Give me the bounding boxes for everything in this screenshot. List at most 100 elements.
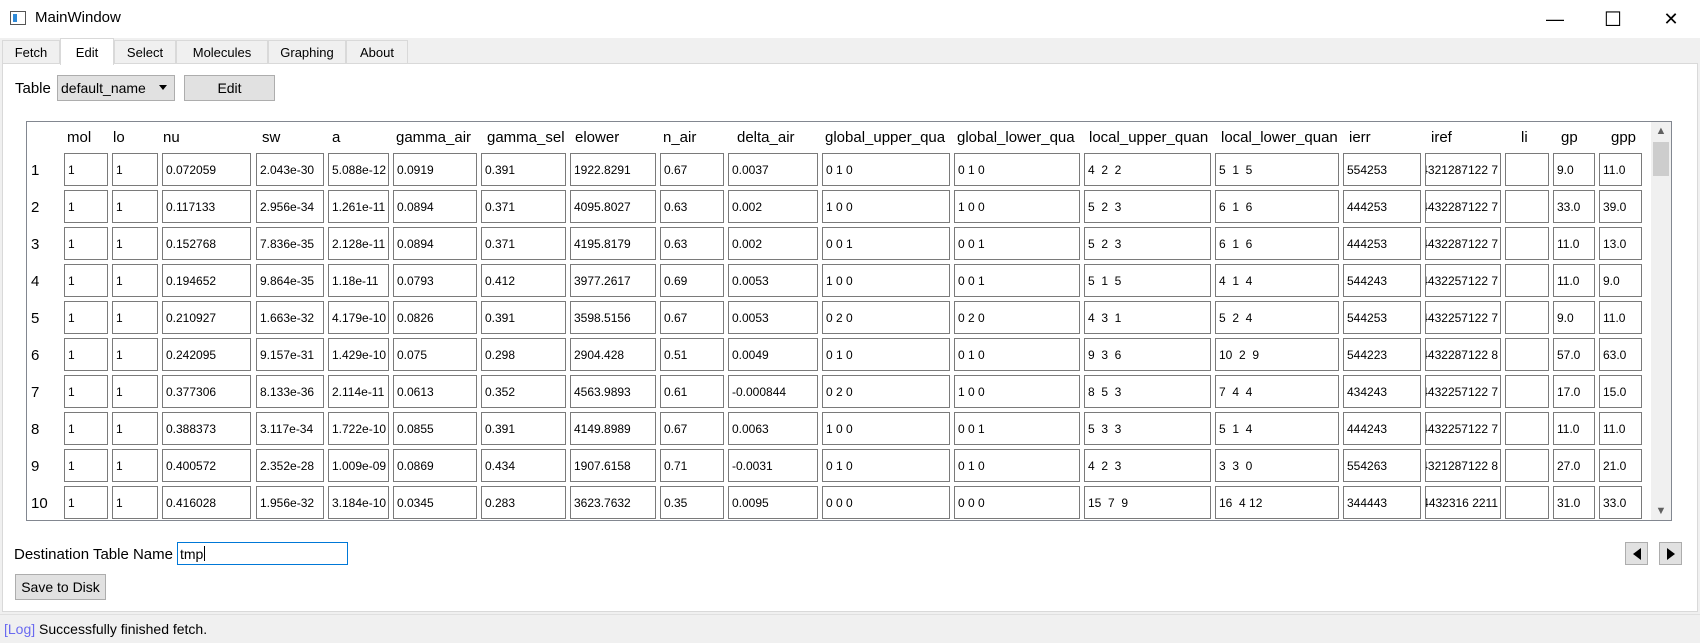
table-cell[interactable]: 4432287122 7	[1425, 190, 1501, 223]
table-cell[interactable]: 2.128e-11	[328, 227, 389, 260]
table-cell[interactable]	[1505, 301, 1549, 334]
column-header[interactable]: nu	[161, 122, 253, 152]
table-cell[interactable]: 7 4 4	[1215, 375, 1339, 408]
table-cell[interactable]: 1 0 0	[822, 412, 950, 445]
table-cell[interactable]: 0 2 0	[954, 301, 1080, 334]
table-cell[interactable]: 5 1 5	[1084, 264, 1211, 297]
table-cell[interactable]: 4 2 2	[1084, 153, 1211, 186]
table-cell[interactable]: 1	[112, 412, 158, 445]
table-cell[interactable]: 0 1 0	[822, 338, 950, 371]
table-cell[interactable]: 57.0	[1553, 338, 1595, 371]
table-cell[interactable]: 4 3 1	[1084, 301, 1211, 334]
table-cell[interactable]	[1505, 264, 1549, 297]
row-header[interactable]: 10	[27, 485, 63, 520]
table-cell[interactable]: 0 0 1	[954, 227, 1080, 260]
row-header[interactable]: 7	[27, 374, 63, 410]
table-cell[interactable]: 1	[112, 301, 158, 334]
edit-button[interactable]: Edit	[184, 75, 275, 101]
table-cell[interactable]: 0.0063	[728, 412, 818, 445]
table-cell[interactable]: 0 1 0	[822, 449, 950, 482]
tab-edit[interactable]: Edit	[60, 38, 114, 65]
table-cell[interactable]: 1.956e-32	[256, 486, 324, 519]
table-cell[interactable]: 4432257122 7	[1425, 412, 1501, 445]
table-cell[interactable]: 5.088e-12	[328, 153, 389, 186]
table-cell[interactable]: 3598.5156	[570, 301, 656, 334]
table-cell[interactable]: 13.0	[1599, 227, 1642, 260]
table-cell[interactable]: 1	[64, 412, 108, 445]
column-header[interactable]: li	[1504, 122, 1551, 152]
table-cell[interactable]: 1	[64, 375, 108, 408]
table-cell[interactable]: 0.416028	[162, 486, 251, 519]
table-cell[interactable]: 9.0	[1553, 153, 1595, 186]
table-cell[interactable]: 1	[64, 153, 108, 186]
table-cell[interactable]: 0 0 1	[954, 264, 1080, 297]
table-cell[interactable]: 0.412	[481, 264, 566, 297]
row-header[interactable]: 6	[27, 337, 63, 373]
column-header[interactable]: global_lower_qua	[953, 122, 1082, 152]
table-cell[interactable]: 0.152768	[162, 227, 251, 260]
table-cell[interactable]: 0.434	[481, 449, 566, 482]
table-cell[interactable]: 0.69	[660, 264, 724, 297]
table-cell[interactable]: 27.0	[1553, 449, 1595, 482]
table-cell[interactable]: 0.71	[660, 449, 724, 482]
table-cell[interactable]: 0.51	[660, 338, 724, 371]
row-header[interactable]: 1	[27, 152, 63, 188]
table-cell[interactable]: 1	[64, 486, 108, 519]
table-cell[interactable]: 554263	[1343, 449, 1421, 482]
table-cell[interactable]: 0 1 0	[954, 449, 1080, 482]
table-cell[interactable]: 1907.6158	[570, 449, 656, 482]
table-cell[interactable]: 1922.8291	[570, 153, 656, 186]
table-cell[interactable]: 3623.7632	[570, 486, 656, 519]
table-cell[interactable]: 0 2 0	[822, 301, 950, 334]
table-cell[interactable]: 0.0793	[393, 264, 477, 297]
table-cell[interactable]: 544253	[1343, 301, 1421, 334]
table-cell[interactable]: 1	[112, 153, 158, 186]
column-header[interactable]: elower	[569, 122, 658, 152]
table-cell[interactable]: 0.391	[481, 153, 566, 186]
table-cell[interactable]: 1	[112, 486, 158, 519]
table-cell[interactable]: 1	[112, 449, 158, 482]
table-cell[interactable]: 4432287122 7	[1425, 227, 1501, 260]
table-cell[interactable]: 0.67	[660, 301, 724, 334]
table-cell[interactable]: 4149.8989	[570, 412, 656, 445]
table-cell[interactable]: 9.0	[1599, 264, 1642, 297]
column-header[interactable]: gp	[1552, 122, 1597, 152]
table-cell[interactable]: 0 2 0	[822, 375, 950, 408]
table-cell[interactable]: 0.0095	[728, 486, 818, 519]
table-cell[interactable]: 4 2 3	[1084, 449, 1211, 482]
table-cell[interactable]: 4432257122 7	[1425, 264, 1501, 297]
table-cell[interactable]: 0.0919	[393, 153, 477, 186]
table-cell[interactable]: 2.043e-30	[256, 153, 324, 186]
table-cell[interactable]: 33.0	[1553, 190, 1595, 223]
table-cell[interactable]: 3.117e-34	[256, 412, 324, 445]
table-cell[interactable]: 0 0 1	[822, 227, 950, 260]
table-cell[interactable]: 6 1 6	[1215, 227, 1339, 260]
table-cell[interactable]: 0.67	[660, 153, 724, 186]
table-cell[interactable]: 0 0 0	[954, 486, 1080, 519]
table-cell[interactable]: 544223	[1343, 338, 1421, 371]
table-cell[interactable]: 2904.428	[570, 338, 656, 371]
table-cell[interactable]: 3.184e-10	[328, 486, 389, 519]
table-cell[interactable]: 0.391	[481, 301, 566, 334]
table-cell[interactable]: 444243	[1343, 412, 1421, 445]
table-cell[interactable]: 4095.8027	[570, 190, 656, 223]
table-cell[interactable]: 1.429e-10	[328, 338, 389, 371]
table-cell[interactable]	[1505, 449, 1549, 482]
table-cell[interactable]: 0.63	[660, 227, 724, 260]
column-header[interactable]: a	[327, 122, 391, 152]
row-header[interactable]: 9	[27, 448, 63, 484]
table-cell[interactable]: 5 2 3	[1084, 227, 1211, 260]
table-cell[interactable]: 4.179e-10	[328, 301, 389, 334]
table-cell[interactable]: 1	[112, 264, 158, 297]
table-cell[interactable]: 5 1 5	[1215, 153, 1339, 186]
table-cell[interactable]: 0 1 0	[822, 153, 950, 186]
row-header[interactable]: 5	[27, 300, 63, 336]
table-cell[interactable]: 33.0	[1599, 486, 1642, 519]
table-cell[interactable]: 5 3 3	[1084, 412, 1211, 445]
column-header[interactable]: local_lower_quan	[1214, 122, 1341, 152]
table-cell[interactable]: 11.0	[1553, 227, 1595, 260]
table-cell[interactable]: 11.0	[1599, 301, 1642, 334]
table-cell[interactable]: 2.114e-11	[328, 375, 389, 408]
row-header[interactable]: 3	[27, 226, 63, 262]
table-cell[interactable]: 3977.2617	[570, 264, 656, 297]
